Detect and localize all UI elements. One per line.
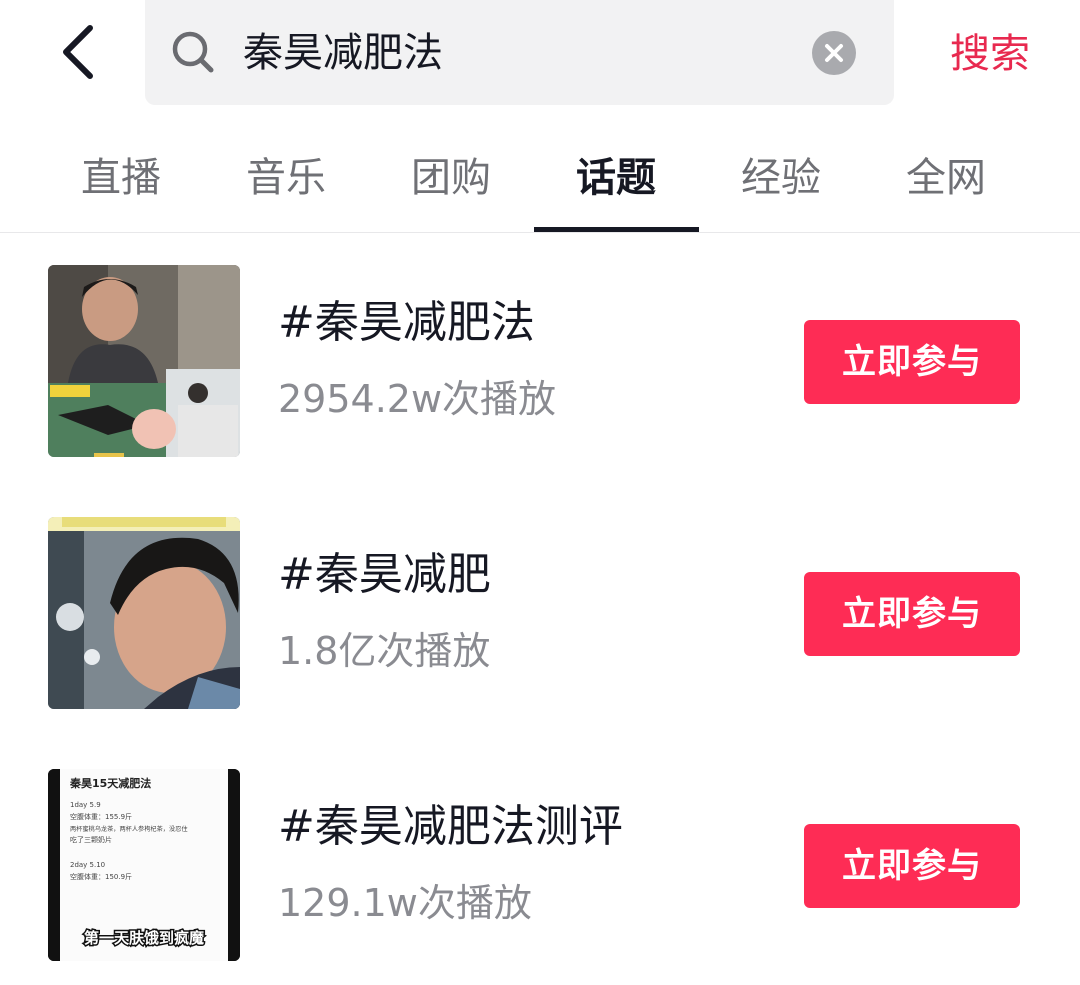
thumbnail-image (48, 265, 240, 457)
back-button[interactable] (52, 20, 108, 84)
thumbnail-line: 2day 5.10 (70, 861, 105, 869)
search-button[interactable]: 搜索 (930, 26, 1050, 82)
search-icon (172, 31, 214, 73)
topic-title[interactable]: #秦昊减肥法 (278, 293, 535, 353)
chevron-left-icon (63, 25, 93, 79)
thumbnail-image (48, 517, 240, 709)
tab-all-web[interactable]: 全网 (881, 150, 1011, 206)
thumbnail-line: 1day 5.9 (70, 801, 101, 809)
category-tabs: 直播 音乐 团购 话题 经验 全网 (0, 120, 1080, 232)
topic-result-list: #秦昊减肥法 2954.2w次播放 立即参与 #秦昊减肥 1.8亿次播放 立即参… (0, 233, 1080, 985)
topic-thumbnail (48, 265, 240, 457)
thumbnail-line: 吃了三颗奶片 (70, 835, 112, 844)
list-item[interactable]: #秦昊减肥 1.8亿次播放 立即参与 (0, 517, 1080, 713)
join-button[interactable]: 立即参与 (804, 824, 1020, 908)
list-item[interactable]: 秦昊15天减肥法 1day 5.9 空腹体重：155.9斤 两杯蜜桃乌龙茶，两杯… (0, 769, 1080, 965)
thumbnail-line: 空腹体重：155.9斤 (70, 812, 132, 821)
search-input[interactable]: 秦昊减肥法 (145, 0, 894, 105)
thumbnail-caption: 第一天肤饿到疯魔 (84, 929, 204, 947)
topic-thumbnail (48, 517, 240, 709)
tab-experience[interactable]: 经验 (716, 150, 846, 206)
play-count: 2954.2w次播放 (278, 377, 557, 421)
topic-thumbnail: 秦昊15天减肥法 1day 5.9 空腹体重：155.9斤 两杯蜜桃乌龙茶，两杯… (48, 769, 240, 961)
thumbnail-image: 秦昊15天减肥法 1day 5.9 空腹体重：155.9斤 两杯蜜桃乌龙茶，两杯… (48, 769, 240, 961)
tab-topics[interactable]: 话题 (551, 150, 681, 206)
thumbnail-line: 两杯蜜桃乌龙茶，两杯人参枸杞茶，没忍住 (70, 825, 188, 833)
search-query[interactable]: 秦昊减肥法 (243, 26, 443, 80)
close-icon (825, 44, 843, 62)
clear-icon[interactable] (812, 31, 856, 75)
join-button[interactable]: 立即参与 (804, 320, 1020, 404)
play-count: 1.8亿次播放 (278, 629, 491, 673)
tab-live[interactable]: 直播 (56, 150, 186, 206)
play-count: 129.1w次播放 (278, 881, 532, 925)
topic-title[interactable]: #秦昊减肥 (278, 545, 491, 605)
topic-title[interactable]: #秦昊减肥法测评 (278, 797, 623, 857)
join-button[interactable]: 立即参与 (804, 572, 1020, 656)
list-item[interactable]: #秦昊减肥法 2954.2w次播放 立即参与 (0, 265, 1080, 461)
tab-group-buy[interactable]: 团购 (386, 150, 516, 206)
thumbnail-line: 空腹体重：150.9斤 (70, 872, 132, 881)
tab-music[interactable]: 音乐 (221, 150, 351, 206)
thumbnail-heading: 秦昊15天减肥法 (69, 776, 151, 790)
search-header: 秦昊减肥法 搜索 (0, 0, 1080, 110)
